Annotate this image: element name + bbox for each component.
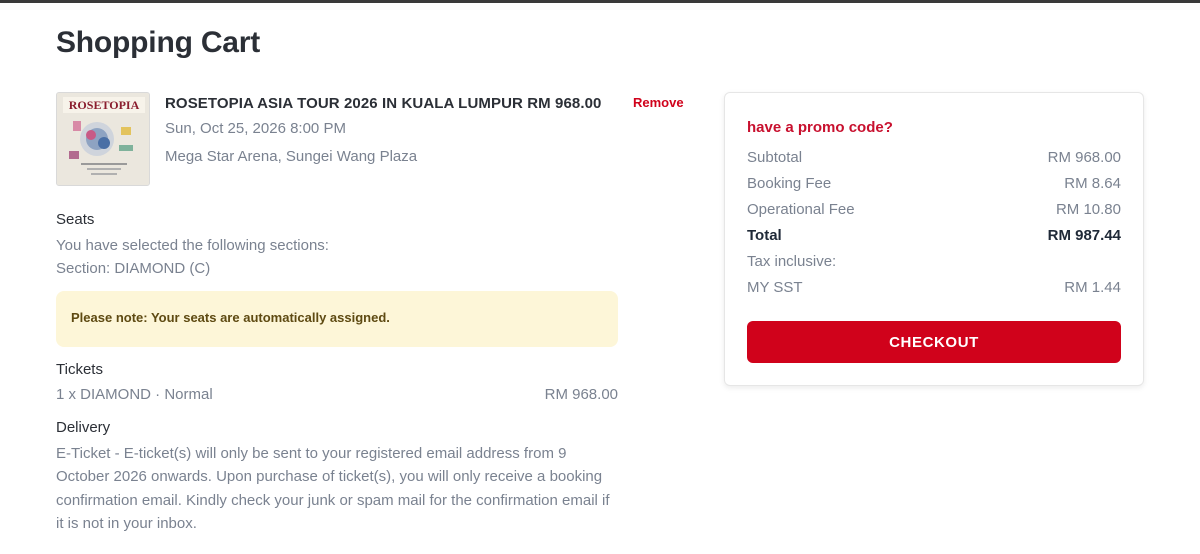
summary-label: Tax inclusive: <box>747 253 837 270</box>
summary-label: Operational Fee <box>747 201 855 218</box>
event-thumbnail: ROSETOPIA <box>56 92 150 186</box>
event-title: ROSETOPIA ASIA TOUR 2026 IN KUALA LUMPUR… <box>165 95 602 112</box>
top-border <box>0 0 1200 3</box>
delivery-text: E-Ticket - E-ticket(s) will only be sent… <box>56 445 610 532</box>
summary-label: Total <box>747 227 782 244</box>
checkout-button[interactable]: CHECKOUT <box>747 321 1121 363</box>
summary-row-my-sst: MY SST RM 1.44 <box>747 279 1121 299</box>
thumbnail-logo-text: ROSETOPIA <box>69 98 140 112</box>
page-title: Shopping Cart <box>56 26 261 59</box>
summary-value: RM 10.80 <box>1055 201 1121 218</box>
note-text: Please note: Your seats are automaticall… <box>71 310 390 325</box>
event-datetime: Sun, Oct 25, 2026 8:00 PM <box>165 120 346 137</box>
delivery-heading: Delivery <box>56 419 111 436</box>
ticket-price: RM 968.00 <box>544 386 618 403</box>
remove-button[interactable]: Remove <box>633 95 684 110</box>
tickets-heading: Tickets <box>56 361 103 378</box>
event-venue: Mega Star Arena, Sungei Wang Plaza <box>165 148 418 165</box>
seats-heading: Seats <box>56 211 95 228</box>
summary-row-tax-inclusive: Tax inclusive: <box>747 253 1121 273</box>
summary-label: MY SST <box>747 279 803 296</box>
ticket-line: 1 x DIAMOND · Normal <box>56 386 213 403</box>
seats-section: Section: DIAMOND (C) <box>56 260 211 277</box>
summary-label: Booking Fee <box>747 175 832 192</box>
summary-row-subtotal: Subtotal RM 968.00 <box>747 149 1121 169</box>
seats-intro: You have selected the following sections… <box>56 237 329 254</box>
summary-row-total: Total RM 987.44 <box>747 227 1121 247</box>
order-summary-card: have a promo code? Subtotal RM 968.00 Bo… <box>724 92 1144 386</box>
summary-value: RM 8.64 <box>1064 175 1121 192</box>
summary-row-operational-fee: Operational Fee RM 10.80 <box>747 201 1121 221</box>
summary-row-booking-fee: Booking Fee RM 8.64 <box>747 175 1121 195</box>
promo-code-link[interactable]: have a promo code? <box>747 119 893 136</box>
summary-value: RM 968.00 <box>1047 149 1121 166</box>
summary-label: Subtotal <box>747 149 803 166</box>
seat-assignment-note: Please note: Your seats are automaticall… <box>56 291 618 347</box>
summary-value: RM 1.44 <box>1064 279 1121 296</box>
summary-value: RM 987.44 <box>1047 227 1121 244</box>
